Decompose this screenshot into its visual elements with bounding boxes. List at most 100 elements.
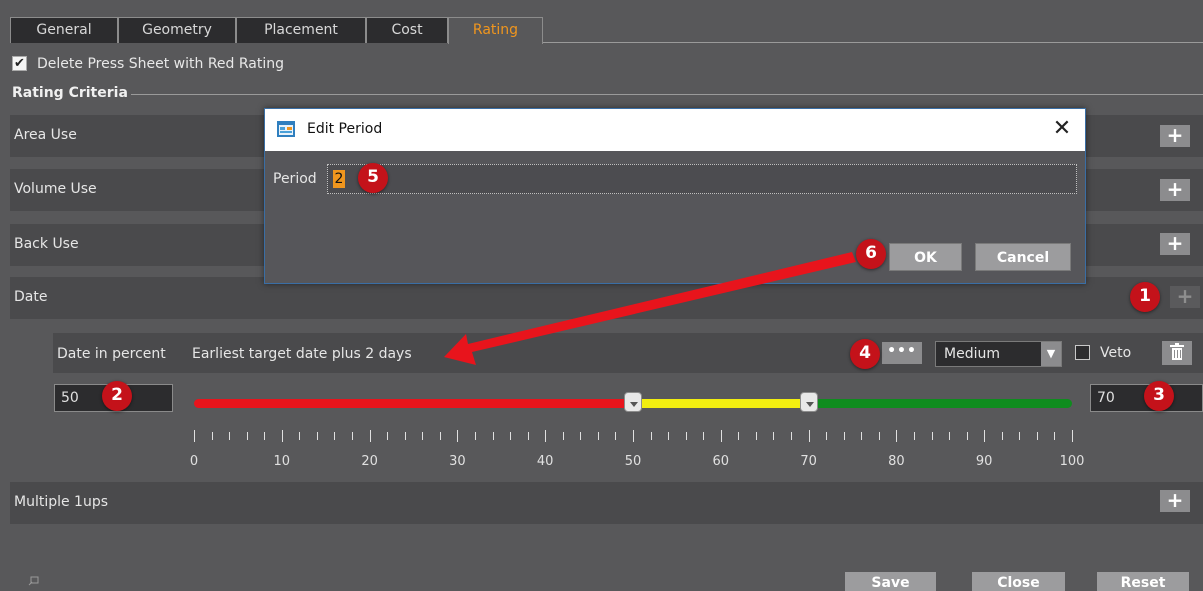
scale-label: 10 xyxy=(273,454,291,469)
scale-tick xyxy=(826,432,828,440)
scale-tick xyxy=(984,430,986,442)
upper-slider-handle[interactable] xyxy=(799,392,818,412)
reset-button[interactable]: Reset xyxy=(1097,572,1189,591)
section-title: Rating Criteria xyxy=(12,85,128,101)
scale-tick xyxy=(755,432,757,440)
edit-period-button[interactable]: ••• xyxy=(882,342,922,364)
scale-tick xyxy=(791,432,793,440)
scale-tick xyxy=(580,432,582,440)
scale-tick xyxy=(597,432,599,440)
scale-label: 80 xyxy=(888,454,905,469)
callout-6: 6 xyxy=(856,239,886,269)
scale-tick xyxy=(633,430,634,442)
slider-green-segment xyxy=(808,399,1072,408)
tab-bar: General Geometry Placement Cost Rating xyxy=(10,17,1203,44)
delete-red-label: Delete Press Sheet with Red Rating xyxy=(37,56,285,72)
trash-icon xyxy=(1170,343,1184,360)
priority-select[interactable]: Medium ▼ xyxy=(935,341,1062,367)
scale-tick xyxy=(615,432,617,440)
scale-tick xyxy=(474,432,476,440)
tab-rating[interactable]: Rating xyxy=(448,17,543,44)
period-value: 2 xyxy=(333,170,345,188)
ok-button[interactable]: OK xyxy=(889,243,962,271)
add-date-button[interactable]: + xyxy=(1170,286,1200,308)
scale-label: 60 xyxy=(712,454,730,469)
tab-geometry[interactable]: Geometry xyxy=(118,17,236,43)
scale-label: 20 xyxy=(361,454,378,469)
add-back-use-button[interactable]: + xyxy=(1160,233,1190,255)
scale-tick xyxy=(527,432,529,440)
scale-tick xyxy=(878,432,880,440)
scale-tick xyxy=(703,432,705,440)
scale-tick xyxy=(457,430,459,442)
date-rule-type: Date in percent xyxy=(57,346,166,362)
tab-placement[interactable]: Placement xyxy=(236,17,366,43)
scale-tick xyxy=(492,432,494,440)
scale-tick xyxy=(299,432,301,440)
scale-tick xyxy=(264,432,266,440)
slider-scale xyxy=(194,430,1074,442)
save-button[interactable]: Save xyxy=(845,572,936,591)
callout-4: 4 xyxy=(850,339,880,369)
scale-tick xyxy=(931,432,933,440)
tab-general[interactable]: General xyxy=(10,17,118,43)
scale-tick xyxy=(861,432,863,440)
criterion-label: Date xyxy=(14,289,48,305)
scale-tick xyxy=(562,432,564,440)
slider-yellow-segment xyxy=(633,399,809,408)
scale-tick xyxy=(281,430,283,442)
scale-tick xyxy=(738,432,740,440)
callout-1: 1 xyxy=(1130,282,1160,312)
criterion-label: Area Use xyxy=(14,127,77,143)
callout-5: 5 xyxy=(358,163,388,193)
scale-tick xyxy=(387,432,389,440)
veto-label: Veto xyxy=(1100,345,1132,361)
scale-label: 70 xyxy=(800,454,817,469)
add-volume-use-button[interactable]: + xyxy=(1160,179,1190,201)
close-icon[interactable]: ✕ xyxy=(1047,115,1077,145)
scale-label: 40 xyxy=(536,454,554,469)
period-input[interactable]: 2 xyxy=(327,164,1077,194)
scale-tick xyxy=(808,430,810,442)
add-multiple-1ups-button[interactable]: + xyxy=(1160,490,1190,512)
scale-tick xyxy=(773,432,775,440)
priority-value: Medium xyxy=(944,346,1000,362)
scale-label: 50 xyxy=(624,454,642,469)
close-button[interactable]: Close xyxy=(972,572,1065,591)
delete-red-checkbox[interactable]: ✔ xyxy=(12,56,27,71)
scale-tick xyxy=(1036,432,1038,440)
criterion-label: Back Use xyxy=(14,236,79,252)
callout-2: 2 xyxy=(102,381,132,411)
callout-3: 3 xyxy=(1144,381,1174,411)
scale-tick xyxy=(545,430,547,442)
cancel-button[interactable]: Cancel xyxy=(975,243,1071,271)
criterion-label: Multiple 1ups xyxy=(14,494,109,510)
delete-rule-button[interactable] xyxy=(1162,341,1192,365)
add-area-use-button[interactable]: + xyxy=(1160,125,1190,147)
scale-tick xyxy=(211,432,213,440)
scale-tick xyxy=(334,432,336,440)
scale-label: 0 xyxy=(189,454,199,469)
edit-period-dialog: Edit Period ✕ Period 2 OK Cancel xyxy=(264,108,1086,284)
chevron-down-icon[interactable]: ▼ xyxy=(1041,342,1061,366)
scale-tick xyxy=(510,432,512,440)
scale-tick xyxy=(949,432,951,440)
date-rule-description: Earliest target date plus 2 days xyxy=(192,346,412,362)
scale-tick xyxy=(896,430,898,442)
pin-icon[interactable] xyxy=(28,573,42,587)
scale-label: 100 xyxy=(1059,454,1085,469)
lower-slider-handle[interactable] xyxy=(624,392,642,412)
criterion-label: Volume Use xyxy=(14,181,97,197)
scale-tick xyxy=(194,430,195,442)
scale-label: 30 xyxy=(449,454,466,469)
scale-tick xyxy=(352,432,354,440)
period-label: Period xyxy=(273,171,317,187)
veto-checkbox[interactable] xyxy=(1075,345,1090,360)
tab-cost[interactable]: Cost xyxy=(366,17,448,43)
scale-tick xyxy=(650,432,652,440)
scale-tick xyxy=(1001,432,1003,440)
slider-red-segment xyxy=(194,399,633,408)
scale-tick xyxy=(843,432,845,440)
scale-tick xyxy=(404,432,406,440)
scale-tick xyxy=(369,430,371,442)
